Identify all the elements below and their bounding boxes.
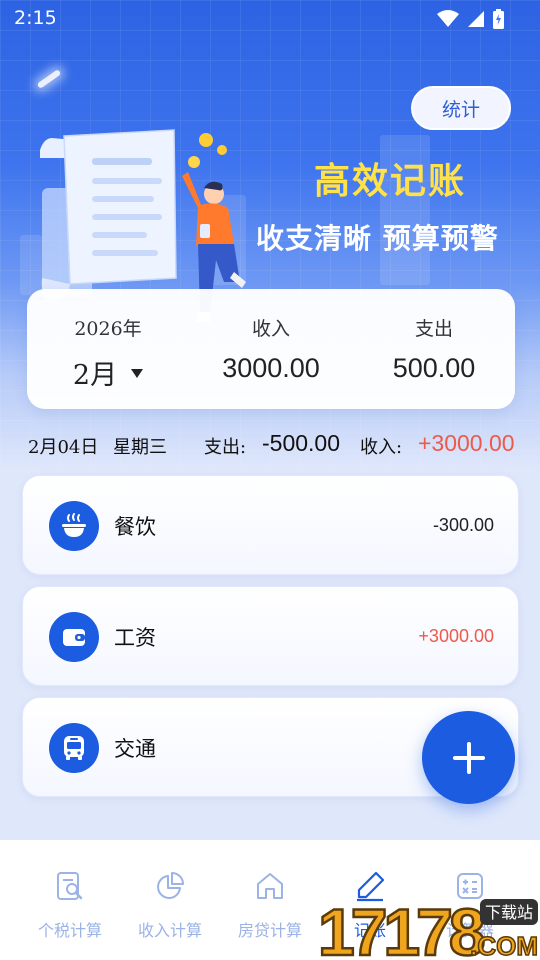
day-income-label: 收入: bbox=[360, 437, 403, 458]
income-label: 收入 bbox=[251, 318, 290, 340]
record-item[interactable]: 餐饮 -300.00 bbox=[22, 475, 519, 575]
tab-mortgage[interactable]: 房贷计算 bbox=[220, 840, 320, 960]
plus-icon bbox=[452, 741, 485, 774]
day-expense-label: 支出: bbox=[204, 437, 247, 458]
record-amount: +3000.00 bbox=[418, 626, 494, 646]
add-record-button[interactable] bbox=[422, 711, 515, 804]
month-value: 2月 bbox=[72, 360, 118, 391]
slogan-subtitle: 收支清晰 预算预警 bbox=[256, 222, 499, 255]
tab-label: 收入计算 bbox=[137, 921, 202, 940]
stats-button[interactable]: 统计 bbox=[411, 86, 511, 130]
month-selector[interactable]: 2月 bbox=[27, 353, 189, 392]
day-weekday: 星期三 bbox=[113, 437, 167, 458]
tab-label: 房贷计算 bbox=[237, 921, 302, 940]
month-summary-card: 2026年 2月 收入 3000.00 支出 500.00 bbox=[27, 289, 515, 409]
svg-text:下载站: 下载站 bbox=[485, 903, 533, 922]
tab-tax[interactable]: 个税计算 bbox=[20, 840, 120, 960]
pie-chart-icon bbox=[157, 872, 184, 899]
tab-income[interactable]: 收入计算 bbox=[120, 840, 220, 960]
status-icons bbox=[437, 9, 504, 29]
caret-down-icon bbox=[131, 369, 144, 379]
wallet-icon bbox=[49, 612, 99, 662]
record-amount: -300.00 bbox=[432, 515, 494, 535]
day-header: 2月04日 星期三 支出: -500.00 收入: +3000.00 bbox=[0, 430, 540, 460]
income-value: 3000.00 bbox=[222, 353, 320, 383]
status-time: 2:15 bbox=[14, 7, 57, 29]
status-bar: 2:15 bbox=[0, 0, 540, 38]
day-income-value: +3000.00 bbox=[418, 430, 515, 456]
receipt-illustration bbox=[40, 129, 177, 300]
slogan-title: 高效记账 bbox=[314, 161, 467, 202]
tab-label: 个税计算 bbox=[37, 921, 102, 940]
record-item[interactable]: 工资 +3000.00 bbox=[22, 586, 519, 686]
svg-text:17178: 17178 bbox=[318, 895, 484, 960]
site-watermark-logo: 17178 下载站 .COM bbox=[317, 894, 539, 960]
record-name: 交通 bbox=[114, 737, 156, 761]
expense-value: 500.00 bbox=[392, 353, 476, 383]
signal-icon bbox=[468, 11, 484, 27]
record-name: 工资 bbox=[114, 626, 156, 650]
bus-icon bbox=[49, 723, 99, 773]
day-expense-value: -500.00 bbox=[262, 430, 341, 456]
expense-label: 支出 bbox=[414, 318, 453, 340]
bowl-icon bbox=[49, 501, 99, 551]
tax-search-icon bbox=[57, 872, 83, 900]
battery-icon bbox=[493, 9, 504, 29]
day-date: 2月04日 bbox=[28, 437, 99, 458]
house-icon bbox=[257, 873, 283, 899]
svg-text:.COM: .COM bbox=[470, 931, 538, 960]
record-name: 餐饮 bbox=[114, 515, 156, 539]
year-label: 2026年 bbox=[74, 318, 142, 340]
wifi-icon bbox=[437, 10, 459, 27]
